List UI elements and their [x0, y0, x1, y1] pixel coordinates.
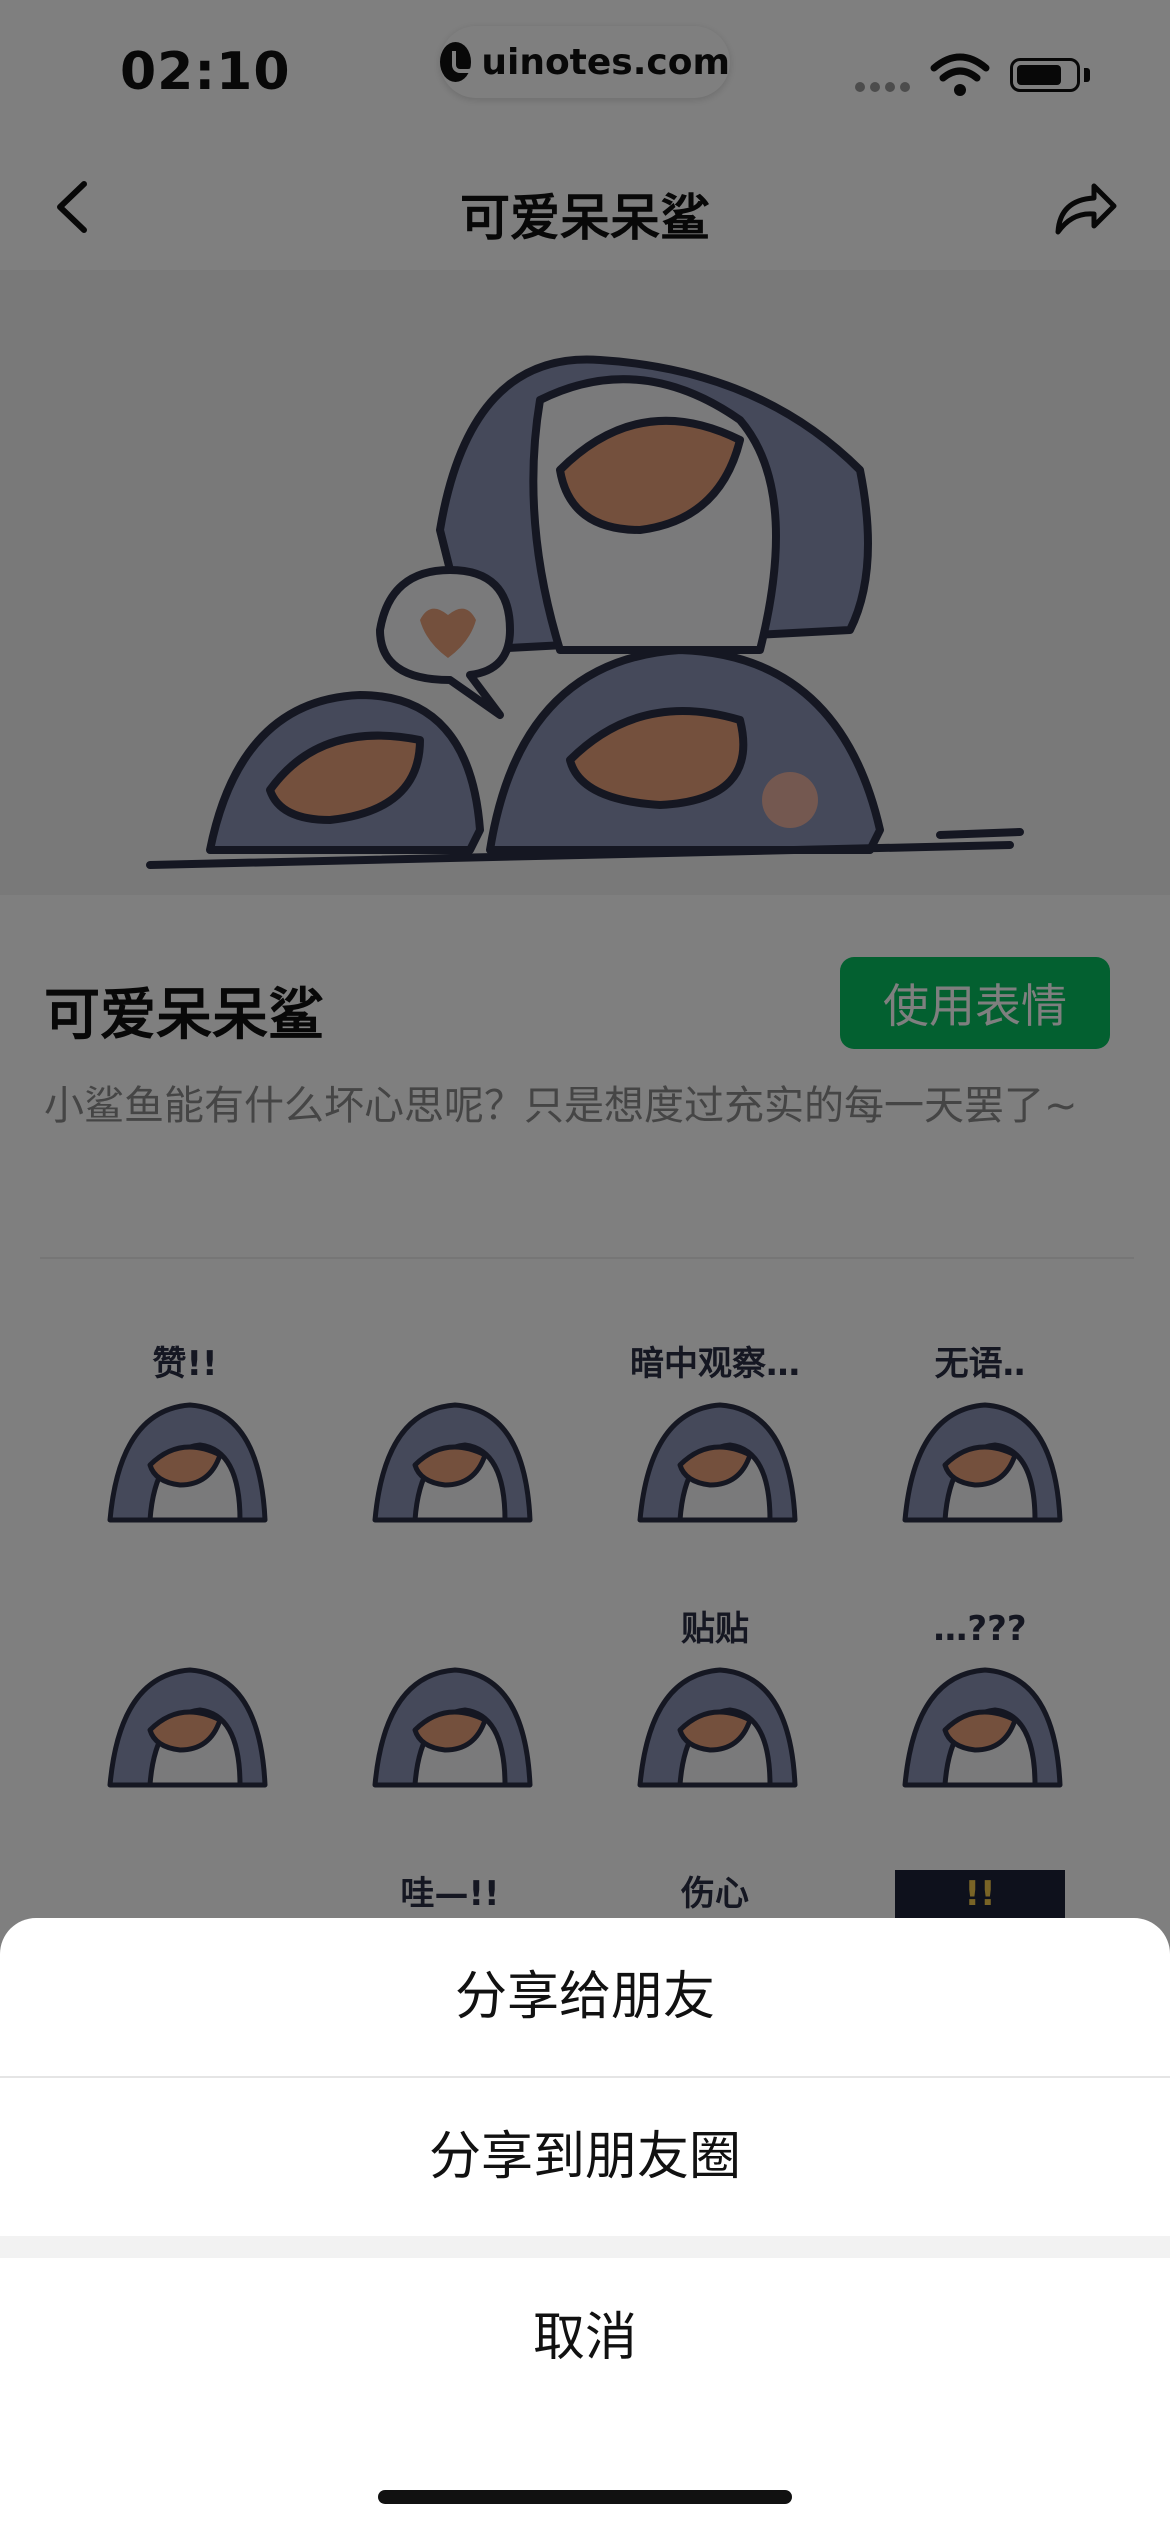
sticker-pack-page: 02:10 uinotes.com 可爱呆呆鲨 [0, 0, 1170, 2532]
share-to-moments-button[interactable]: 分享到朋友圈 [0, 2078, 1170, 2236]
share-action-sheet: 分享给朋友 分享到朋友圈 取消 [0, 1918, 1170, 2532]
share-to-friend-button[interactable]: 分享给朋友 [0, 1918, 1170, 2076]
home-indicator [378, 2490, 792, 2504]
cancel-button[interactable]: 取消 [0, 2258, 1170, 2418]
sheet-gap [0, 2236, 1170, 2258]
